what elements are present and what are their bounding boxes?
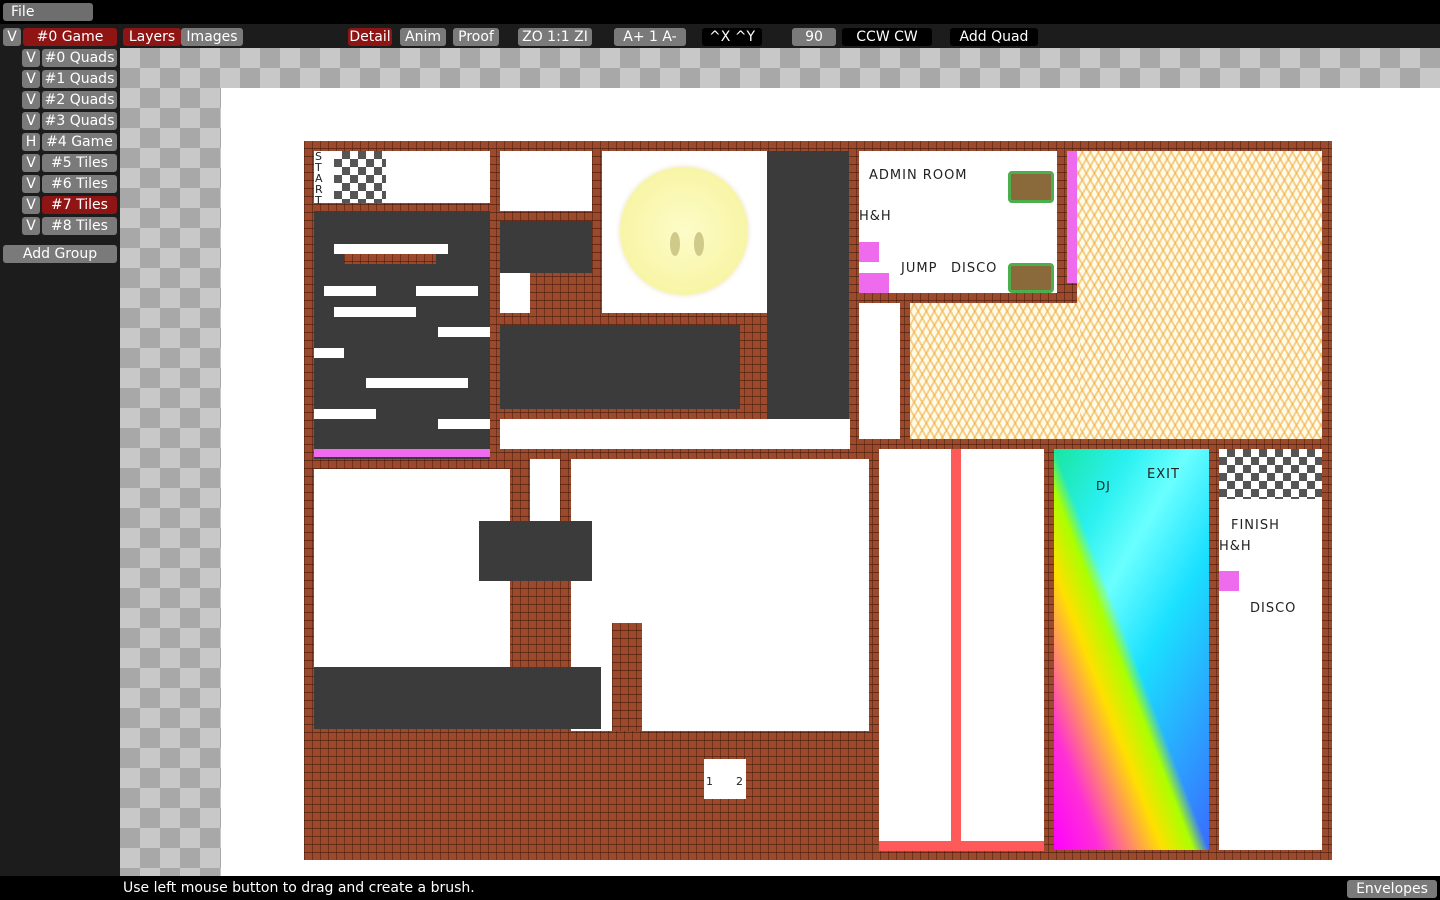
- hh-label-1: H&H: [859, 209, 892, 224]
- visibility-toggle[interactable]: V: [22, 70, 40, 88]
- grass-block: [1008, 171, 1054, 203]
- layer-name[interactable]: #4 Game: [42, 133, 117, 151]
- corridor: [530, 459, 560, 521]
- disco-floor: [1077, 151, 1322, 439]
- flip-controls[interactable]: ^X ^Y: [702, 28, 762, 46]
- disco-label-1: DISCO: [951, 261, 998, 276]
- visibility-toggle[interactable]: H: [22, 133, 40, 151]
- pillar: [612, 623, 642, 731]
- dark-zone: [500, 221, 592, 273]
- platform: [314, 409, 376, 419]
- platform: [438, 327, 490, 337]
- layer-name[interactable]: #8 Tiles: [42, 217, 117, 235]
- freeze-strip: [314, 449, 490, 457]
- layer-name[interactable]: #0 Quads: [42, 49, 117, 67]
- finish-checker-tile: [1219, 449, 1322, 499]
- disco-floor: [910, 303, 1080, 439]
- hh-label-2: H&H: [1219, 539, 1252, 554]
- layers-panel: V #0 Game V #0 Quads V #1 Quads V #2 Quads V #3 Q…: [0, 24, 120, 876]
- map-workspace[interactable]: S T A R T ADMIN ROOM H&H JUMP DISCO 1 2 …: [120, 48, 1440, 876]
- visibility-toggle[interactable]: V: [22, 154, 40, 172]
- proof-toggle-button[interactable]: Proof: [453, 28, 499, 46]
- start-label: S T A R T: [315, 150, 324, 207]
- admin-room-label: ADMIN ROOM: [869, 168, 968, 183]
- tab-images[interactable]: Images: [181, 28, 243, 46]
- layer-name[interactable]: #0 Game: [23, 28, 117, 46]
- disco-label-2: DISCO: [1250, 601, 1297, 616]
- layer-name[interactable]: #2 Quads: [42, 91, 117, 109]
- platform: [334, 244, 448, 254]
- anim-toggle-button[interactable]: Anim: [400, 28, 446, 46]
- start-checker-tile: [334, 151, 386, 203]
- file-menu-button[interactable]: File: [3, 3, 93, 21]
- jump-label: JUMP: [901, 261, 938, 276]
- corridor: [500, 419, 850, 449]
- platform: [438, 419, 490, 429]
- laser-line: [879, 841, 1044, 851]
- freeze-strip: [1067, 151, 1077, 283]
- detail-toggle-button[interactable]: Detail: [348, 28, 392, 46]
- status-hint: Use left mouse button to drag and create…: [123, 880, 475, 896]
- menu-bar: File: [0, 0, 1440, 24]
- rainbow-gradient: [1054, 449, 1209, 850]
- visibility-toggle[interactable]: V: [22, 49, 40, 67]
- layer-name[interactable]: #7 Tiles: [42, 196, 117, 214]
- platform: [314, 348, 344, 358]
- exit-label: EXIT: [1147, 467, 1180, 482]
- tele-tile: [859, 242, 879, 262]
- dark-zone: [314, 667, 601, 729]
- spawn-number-1: 1: [706, 775, 714, 788]
- corridor: [859, 303, 900, 439]
- layer-name[interactable]: #6 Tiles: [42, 175, 117, 193]
- visibility-toggle[interactable]: V: [22, 175, 40, 193]
- visibility-toggle[interactable]: V: [22, 196, 40, 214]
- dj-label: DJ: [1096, 479, 1111, 493]
- platform: [366, 378, 468, 388]
- envelopes-button[interactable]: Envelopes: [1347, 880, 1437, 898]
- long-corridor: [879, 449, 1044, 841]
- visibility-toggle[interactable]: V: [22, 91, 40, 109]
- dark-zone: [767, 151, 849, 429]
- layer-name[interactable]: #3 Quads: [42, 112, 117, 130]
- corridor: [500, 151, 592, 211]
- visibility-toggle[interactable]: V: [22, 217, 40, 235]
- corridor: [500, 273, 530, 313]
- rotate-amount-field[interactable]: 90: [792, 28, 836, 46]
- add-quad-button[interactable]: Add Quad: [950, 28, 1038, 46]
- zoom-controls[interactable]: ZO 1:1 ZI: [518, 28, 592, 46]
- sun-eye: [670, 232, 680, 256]
- dark-zone: [479, 521, 592, 581]
- tab-layers[interactable]: Layers: [123, 28, 181, 46]
- grass-block: [1008, 263, 1054, 293]
- finish-label: FINISH: [1231, 518, 1280, 533]
- platform: [344, 254, 436, 264]
- dark-zone: [500, 325, 740, 409]
- tele-tile: [1219, 571, 1239, 591]
- status-bar: Use left mouse button to drag and create…: [0, 876, 1440, 900]
- anim-speed-controls[interactable]: A+ 1 A-: [614, 28, 686, 46]
- tele-tile: [859, 273, 889, 293]
- platform: [324, 286, 376, 296]
- rotate-controls[interactable]: CCW CW: [842, 28, 932, 46]
- layer-name[interactable]: #5 Tiles: [42, 154, 117, 172]
- laser-line: [951, 449, 961, 841]
- visibility-toggle[interactable]: V: [3, 28, 21, 46]
- visibility-toggle[interactable]: V: [22, 112, 40, 130]
- platform: [334, 307, 416, 317]
- add-group-button[interactable]: Add Group: [3, 245, 117, 263]
- finish-room: [1219, 449, 1322, 850]
- spawn-number-2: 2: [736, 775, 744, 788]
- sun-eye: [694, 232, 704, 256]
- platform: [416, 286, 478, 296]
- layer-name[interactable]: #1 Quads: [42, 70, 117, 88]
- editor-toolbar: Layers Images Detail Anim Proof ZO 1:1 Z…: [120, 24, 1440, 48]
- sun-decoration: [620, 167, 748, 295]
